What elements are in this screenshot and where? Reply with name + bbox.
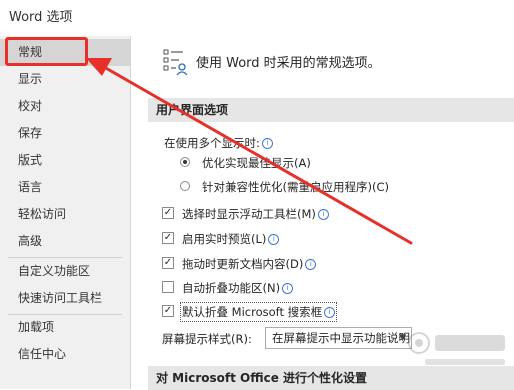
watermark-logo	[408, 332, 505, 365]
info-icon[interactable]: i	[282, 283, 294, 294]
sidebar-item-save[interactable]: 保存	[0, 120, 130, 147]
window-title: Word 选项	[9, 10, 73, 25]
sidebar-item-quick-access-toolbar[interactable]: 快速访问工具栏	[0, 285, 130, 312]
info-icon[interactable]: i	[324, 307, 336, 318]
page-heading: 使用 Word 时采用的常规选项。	[196, 56, 381, 71]
checkbox-checked[interactable]: ✓	[162, 232, 174, 244]
section-header-ui-options: 用户界面选项	[148, 98, 514, 122]
checkbox-checked[interactable]: ✓	[162, 257, 174, 269]
info-icon[interactable]: i	[317, 209, 329, 220]
info-icon[interactable]: i	[268, 234, 280, 245]
sidebar-item-advanced[interactable]: 高级	[0, 228, 130, 255]
sidebar-item-accessibility[interactable]: 轻松访问	[0, 201, 130, 228]
sidebar-item-display[interactable]: 显示	[0, 66, 130, 93]
info-icon[interactable]: i	[261, 138, 273, 149]
sidebar-item-language[interactable]: 语言	[0, 174, 130, 201]
checkbox-unchecked[interactable]	[162, 281, 174, 293]
sidebar-item-trust-center[interactable]: 信任中心	[0, 341, 130, 368]
checkbox-checked[interactable]: ✓	[162, 305, 174, 317]
sidebar-item-layout[interactable]: 版式	[0, 147, 130, 174]
radio-button-checked[interactable]	[180, 157, 190, 167]
annotation-highlight-box	[5, 37, 88, 66]
sidebar-item-proofing[interactable]: 校对	[0, 93, 130, 120]
checkbox-checked[interactable]: ✓	[162, 207, 174, 219]
sidebar: 常规 显示 校对 保存 版式 语言 轻松访问 高级 自定义功能区 快速访问工具栏…	[0, 36, 131, 389]
screentip-style-select[interactable]: 在屏幕提示中显示功能说明 ▼	[265, 327, 412, 349]
sidebar-item-customize-ribbon[interactable]: 自定义功能区	[0, 258, 130, 285]
radio-button[interactable]	[180, 181, 190, 191]
multi-display-label: 在使用多个显示时: i	[164, 135, 273, 151]
general-options-icon	[163, 49, 188, 76]
screentip-style-label: 屏幕提示样式(R):	[162, 332, 252, 346]
info-icon[interactable]: i	[305, 259, 317, 270]
sidebar-item-addins[interactable]: 加载项	[0, 314, 130, 341]
